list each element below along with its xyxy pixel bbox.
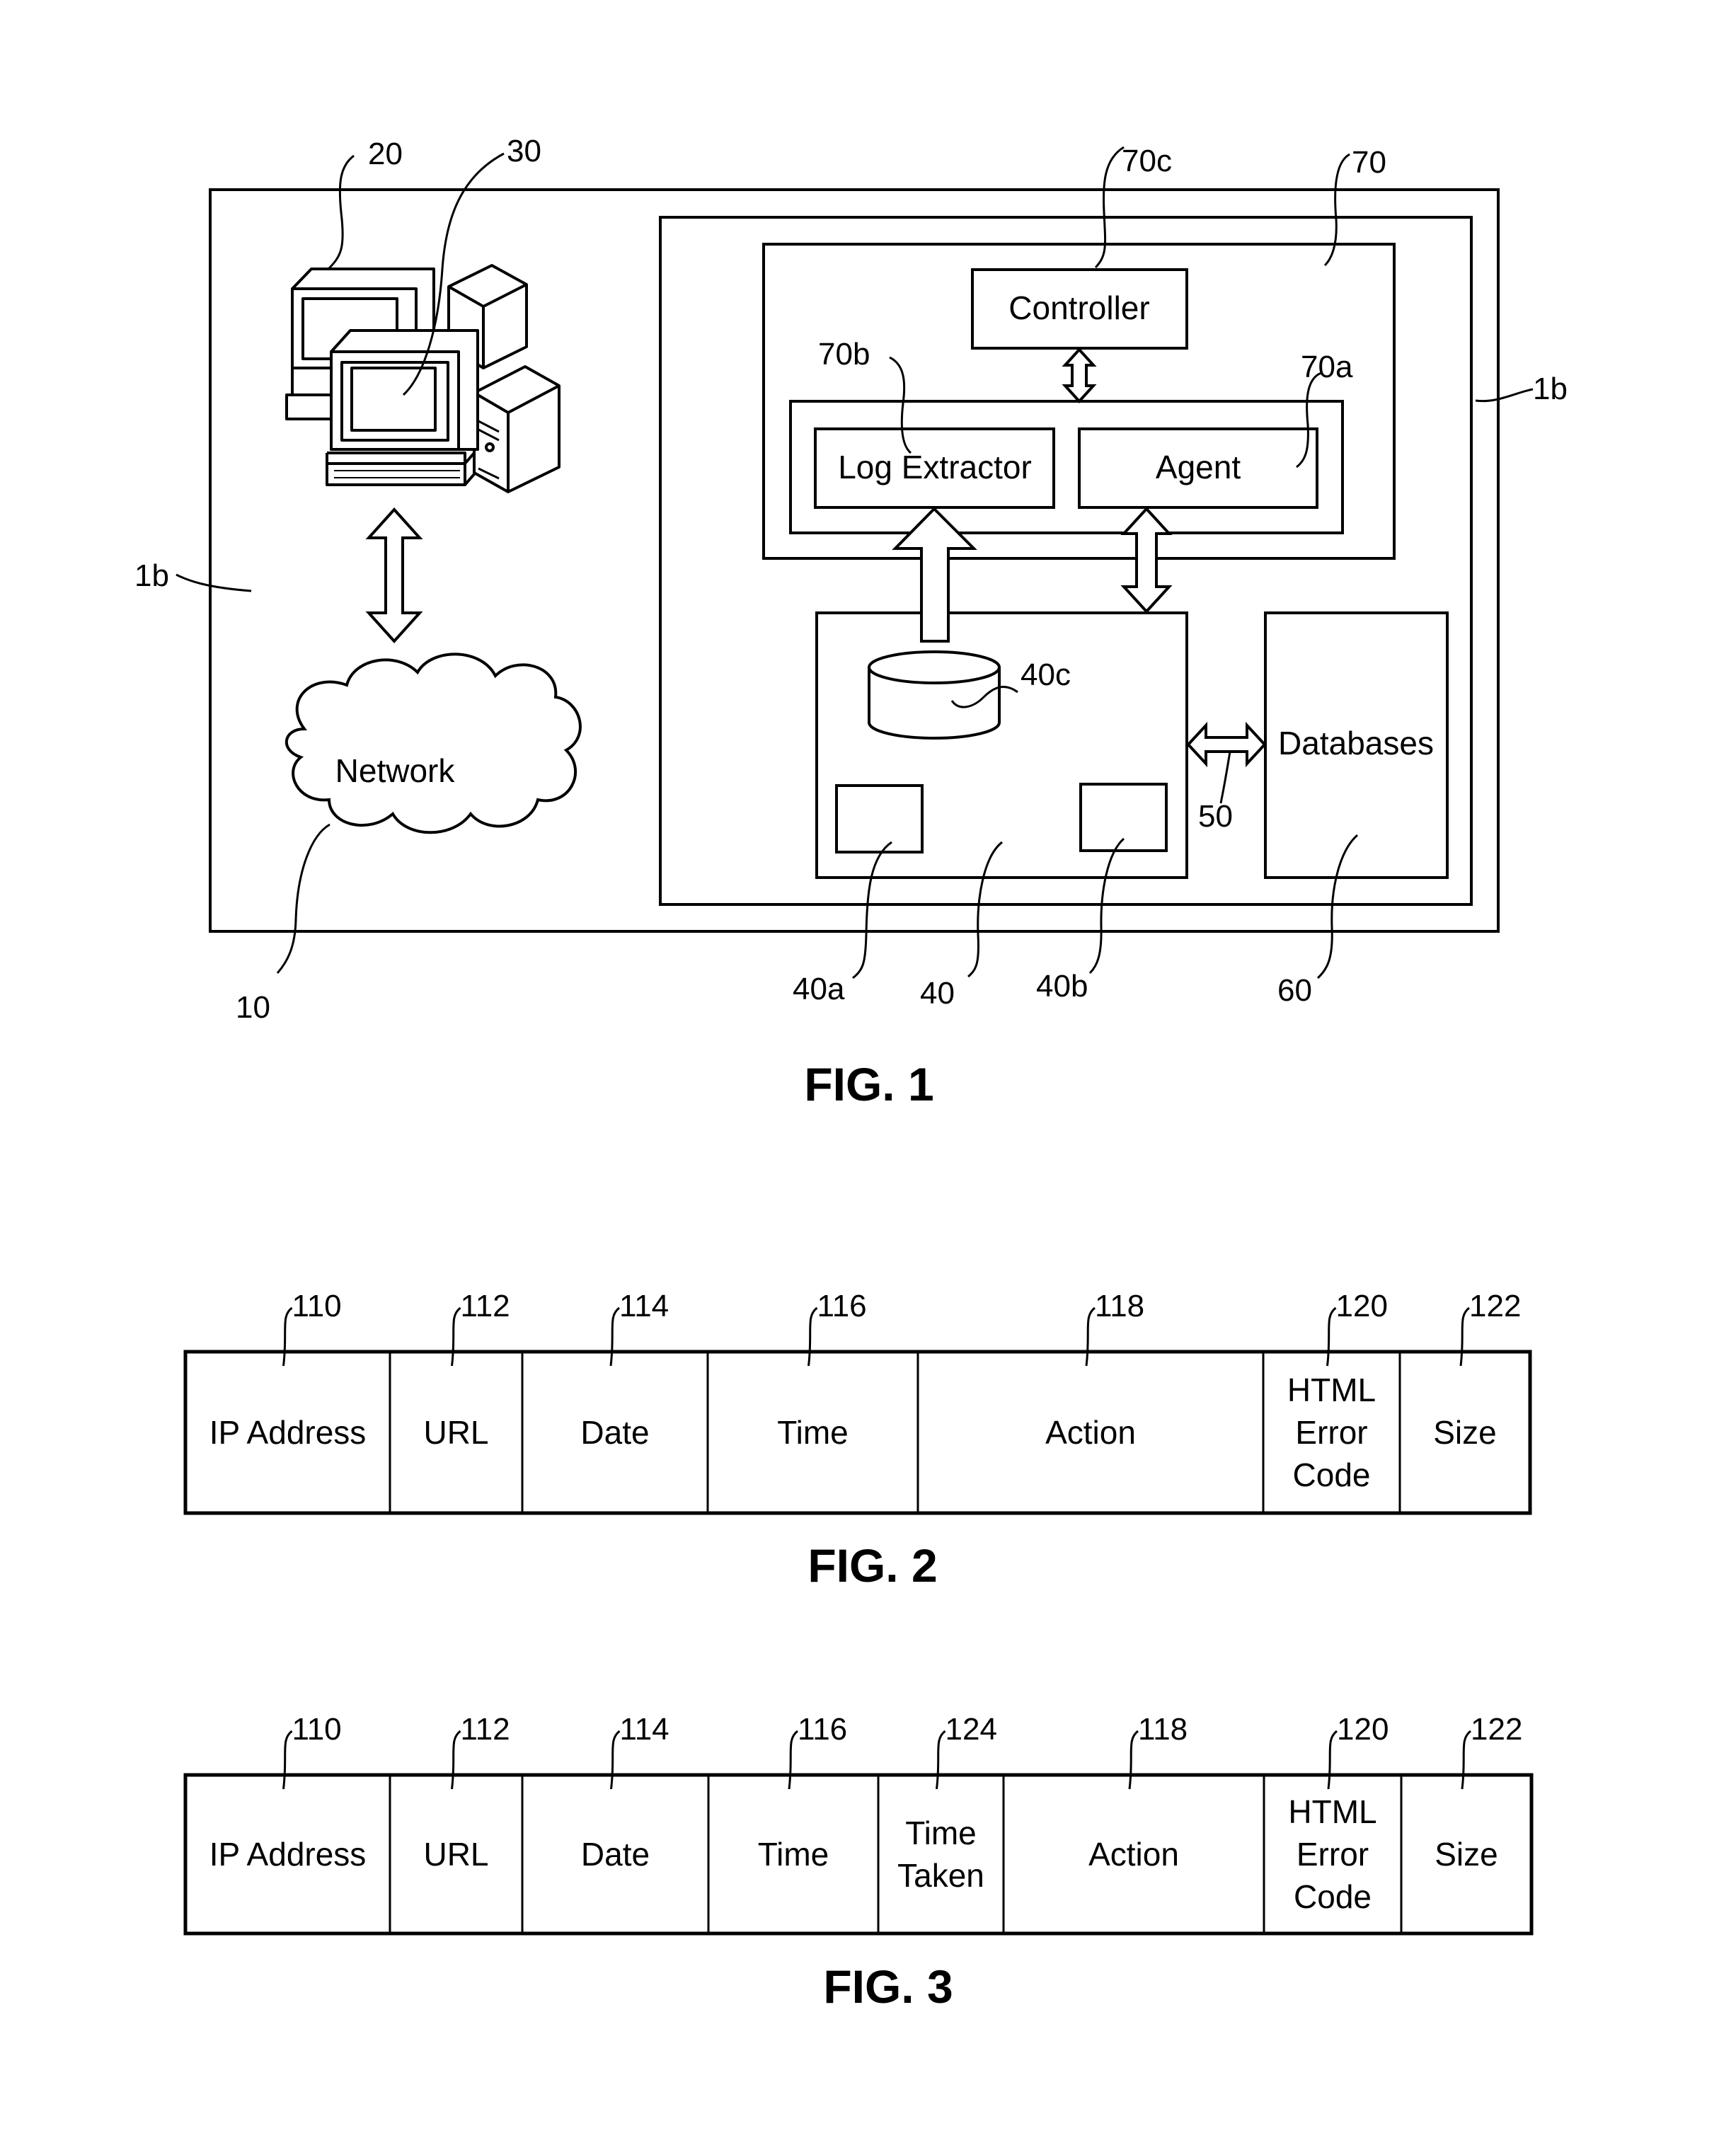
- field-label: Action: [1045, 1414, 1136, 1451]
- field-leader: [610, 1730, 621, 1790]
- field-ref-numeral: 112: [461, 1289, 510, 1323]
- fig2-log-record-format: IP Address 110 URL 112 Date 114 Time 116 Action 1…: [183, 1289, 1532, 1592]
- ref-50: 50: [1198, 799, 1233, 834]
- field-leader: [788, 1730, 798, 1790]
- ref-10: 10: [236, 990, 270, 1025]
- field-leader: [1085, 1306, 1096, 1367]
- field-leader: [451, 1730, 461, 1790]
- field-ref-numeral: 122: [1469, 1289, 1521, 1323]
- field-leader: [1327, 1730, 1338, 1790]
- field-ref-numeral: 112: [461, 1712, 510, 1747]
- ref-70a: 70a: [1301, 350, 1353, 384]
- ref-1b-left: 1b: [134, 558, 169, 593]
- field-label: IP Address: [209, 1836, 367, 1873]
- field-label: Time: [758, 1836, 829, 1873]
- field-ref-numeral: 114: [619, 1289, 669, 1323]
- field-label: Time: [777, 1414, 849, 1451]
- ref-30: 30: [507, 134, 541, 168]
- field-leader: [807, 1306, 818, 1367]
- network-label: Network: [335, 752, 456, 789]
- field-ref-numeral: 114: [620, 1712, 669, 1747]
- ref-40b: 40b: [1036, 969, 1088, 1004]
- ref-1b-right: 1b: [1533, 372, 1568, 406]
- fig1-caption: FIG. 1: [804, 1058, 933, 1110]
- field-ref-numeral: 120: [1337, 1712, 1389, 1747]
- databases-label: Databases: [1278, 725, 1434, 761]
- record-field: Date 114: [521, 1289, 669, 1513]
- field-label: Date: [580, 1414, 649, 1451]
- field-label: IP Address: [209, 1414, 367, 1451]
- record-field: Time Taken 124: [877, 1712, 997, 1933]
- record-field: Time 116: [707, 1712, 847, 1933]
- record-field: URL 112: [389, 1712, 510, 1933]
- record-field: IP Address 110: [209, 1712, 367, 1873]
- field-leader: [282, 1306, 293, 1367]
- field-label: Action: [1088, 1836, 1179, 1873]
- record-field: Action 118: [916, 1289, 1144, 1513]
- ref-20: 20: [368, 137, 403, 171]
- record-field: IP Address 110: [209, 1289, 367, 1451]
- agent-label: Agent: [1156, 449, 1241, 485]
- component-40a-box: [835, 784, 924, 854]
- field-label: Code: [1294, 1878, 1372, 1915]
- ref-40a: 40a: [793, 972, 845, 1006]
- ref-60: 60: [1277, 973, 1312, 1008]
- field-label: Error: [1297, 1836, 1369, 1873]
- record-field: HTML Error Code 120: [1263, 1712, 1389, 1933]
- controller-label: Controller: [1008, 289, 1149, 326]
- record-field: URL 112: [389, 1289, 510, 1513]
- field-leader: [1326, 1306, 1337, 1367]
- record-field: HTML Error Code 120: [1262, 1289, 1388, 1513]
- field-leader: [1461, 1730, 1471, 1790]
- fig3-caption: FIG. 3: [823, 1960, 953, 2013]
- ref-40: 40: [920, 976, 955, 1011]
- field-ref-numeral: 124: [945, 1712, 997, 1747]
- field-ref-numeral: 116: [817, 1289, 867, 1323]
- field-ref-numeral: 110: [292, 1289, 342, 1323]
- field-label: URL: [423, 1414, 488, 1451]
- ref-70: 70: [1352, 145, 1386, 180]
- field-label: Size: [1435, 1836, 1498, 1873]
- field-ref-numeral: 110: [292, 1712, 342, 1747]
- log-storage-cylinder-icon: [868, 650, 1001, 740]
- field-label: Error: [1295, 1414, 1367, 1451]
- fig2-caption: FIG. 2: [807, 1539, 937, 1592]
- record-field: Time 116: [706, 1289, 867, 1513]
- field-label: Code: [1293, 1456, 1371, 1493]
- log-extractor-label: Log Extractor: [838, 449, 1032, 485]
- field-label: Time: [905, 1815, 977, 1851]
- field-ref-numeral: 118: [1095, 1289, 1144, 1323]
- record-field: Size 122: [1400, 1712, 1522, 1933]
- field-ref-numeral: 118: [1138, 1712, 1188, 1747]
- ref-70b: 70b: [818, 337, 870, 372]
- network-cloud-icon: [285, 653, 582, 834]
- record-field: Size 122: [1398, 1289, 1521, 1513]
- field-label: URL: [423, 1836, 488, 1873]
- field-leader: [282, 1730, 293, 1790]
- record-field: Action 118: [1002, 1712, 1188, 1933]
- field-ref-numeral: 120: [1336, 1289, 1388, 1323]
- field-label: Size: [1433, 1414, 1496, 1451]
- patent-drawing-sheet: Controller Log Extractor Agent Databases: [134, 134, 1568, 2013]
- field-label: Taken: [897, 1857, 984, 1894]
- ref-70c: 70c: [1122, 144, 1172, 178]
- fig3-log-record-format: IP Address 110 URL 112 Date 114 Time 116 Time Tak…: [183, 1712, 1534, 2013]
- field-label: Date: [581, 1836, 650, 1873]
- field-leader: [451, 1306, 461, 1367]
- ref-40c: 40c: [1021, 657, 1071, 692]
- fig1: Controller Log Extractor Agent Databases: [134, 134, 1568, 1110]
- field-ref-numeral: 116: [798, 1712, 847, 1747]
- field-label: HTML: [1287, 1372, 1376, 1408]
- field-leader: [1128, 1730, 1139, 1790]
- field-leader: [1459, 1306, 1470, 1367]
- record-field: Date 114: [521, 1712, 669, 1933]
- component-40b-box: [1079, 783, 1168, 852]
- field-leader: [936, 1730, 946, 1790]
- field-leader: [609, 1306, 620, 1367]
- field-label: HTML: [1288, 1793, 1376, 1830]
- field-ref-numeral: 122: [1471, 1712, 1522, 1747]
